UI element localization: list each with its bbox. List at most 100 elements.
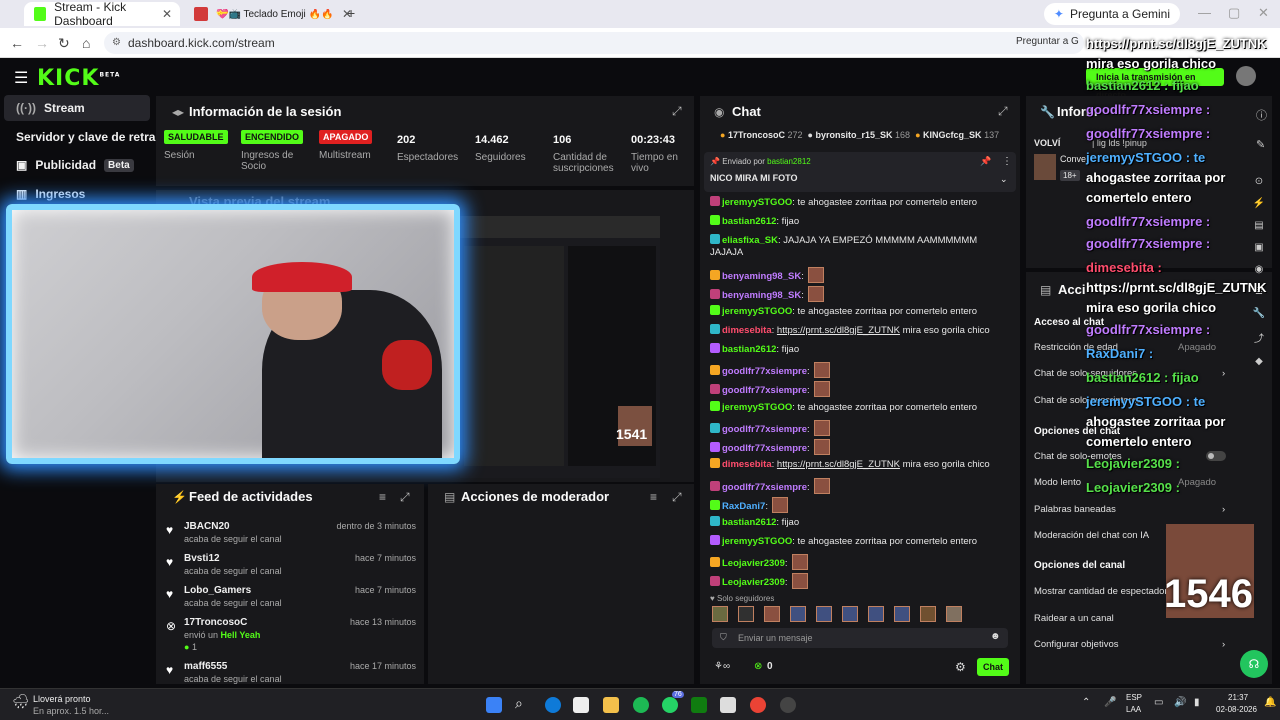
expand-icon[interactable]: ⤢ [672,104,682,119]
search-icon[interactable]: ⌕ [515,695,523,712]
chat-message[interactable]: JAJAJA [710,247,1020,258]
broadcast-icon[interactable]: ◉ [1255,264,1264,275]
feed-name[interactable]: Bvsti12 [184,553,220,564]
chevron-down-icon[interactable]: ⌄ [1000,174,1008,185]
more-icon[interactable]: ⋮ [1002,156,1012,167]
feed-name[interactable]: Lobo_Gamers [184,585,251,596]
back-icon[interactable]: ← [10,35,24,51]
network-icon[interactable]: ▭ [1154,697,1163,708]
chat-username[interactable]: dimesebita [722,325,772,336]
xbox-icon[interactable] [691,697,707,713]
gifter-name[interactable]: byronsito_r15_SK [815,130,892,140]
obs-icon[interactable] [780,697,796,713]
emote[interactable] [842,606,858,622]
chat-username[interactable]: goodlfr77xsiempre [722,424,807,435]
sidebar-item-ads[interactable]: ▣ Publicidad Beta [4,152,150,178]
chat-message[interactable]: bastian2612: fijao [710,516,1020,528]
chevron-right-icon[interactable]: › [1222,504,1225,515]
spotify-icon[interactable] [633,697,649,713]
emote[interactable] [738,606,754,622]
settings-link-icon[interactable]: ⚘∞ [714,661,730,672]
battery-icon[interactable]: ▮ [1194,697,1200,708]
chat-username[interactable]: benyaming98_SK [722,271,801,282]
weather-title[interactable]: Lloverá pronto [33,694,91,704]
gifter-name[interactable]: 17TroncosoC [728,130,785,140]
gemini-button[interactable]: ✦ Pregunta a Gemini [1043,3,1180,25]
chat-message[interactable]: goodlfr77xsiempre: [710,420,1020,436]
filter-icon[interactable]: ≡ [650,490,657,504]
chat-username[interactable]: bastian2612 [722,344,776,355]
pinned-message[interactable]: 📌 Enviado por bastian2812 NICO MIRA MI F… [704,152,1016,192]
kick-logo[interactable]: KICKBETA [37,66,120,91]
chat-message[interactable]: bastian2612: fijao [710,343,1020,355]
chat-message[interactable]: eliasfixa_SK: JAJAJA YA EMPEZÓ MMMMM AAM… [710,234,1020,246]
chat-input[interactable]: ⛉ Enviar un mensaje ☻ [712,628,1008,648]
chat-username[interactable]: Leojavier2309 [722,577,785,588]
chat-message[interactable]: benyaming98_SK: [710,267,1020,283]
avatar[interactable] [1236,66,1256,86]
chat-username[interactable]: goodlfr77xsiempre [722,366,807,377]
gear-icon[interactable]: ⚙ [955,660,966,674]
chat-message[interactable]: goodlfr77xsiempre: [710,362,1020,378]
gifter-name[interactable]: KINGcfcg_SK [923,130,982,140]
minimize-icon[interactable]: — [1198,5,1211,20]
chevron-right-icon[interactable]: › [1222,639,1225,650]
row-goals[interactable]: Configurar objetivos [1034,639,1119,650]
headset-icon[interactable]: ☊ [1240,650,1268,678]
emote[interactable] [816,606,832,622]
chrome-icon[interactable] [750,697,766,713]
document-icon[interactable]: ▤ [1254,220,1263,231]
home-icon[interactable]: ⌂ [82,35,90,51]
file-explorer-icon[interactable] [603,697,619,713]
row-show-viewers[interactable]: Mostrar cantidad de espectadores [1034,586,1178,597]
chat-message[interactable]: Leojavier2309: [710,554,1020,570]
feed-name[interactable]: maff6555 [184,661,227,672]
emote[interactable] [712,606,728,622]
chat-username[interactable]: jeremyySTGOO [722,402,792,413]
chat-link[interactable]: https://prnt.sc/dl8gjE_ZUTNK [777,325,900,336]
volume-icon[interactable]: 🔊 [1174,697,1186,708]
pin-icon[interactable]: 📌 [980,156,991,167]
close-icon[interactable]: ✕ [162,7,172,21]
chat-username[interactable]: goodlfr77xsiempre [722,482,807,493]
chat-username[interactable]: jeremyySTGOO [722,306,792,317]
chevron-up-icon[interactable]: ⌃ [1082,697,1090,708]
chat-username[interactable]: goodlfr77xsiempre [722,385,807,396]
maximize-icon[interactable]: ▢ [1228,5,1240,21]
chat-username[interactable]: jeremyySTGOO [722,536,792,547]
sidebar-item-server-key[interactable]: Servidor y clave de retransm [4,124,156,150]
new-tab-icon[interactable]: + [347,5,355,21]
site-info-icon[interactable]: ⚙ [112,32,121,54]
url-field[interactable]: ⚙ dashboard.kick.com/stream [104,32,1084,54]
stream-preview-video[interactable]: 1541 [460,216,660,478]
expand-icon[interactable]: ⤢ [998,104,1008,119]
chat-username[interactable]: bastian2612 [722,216,776,227]
filter-icon[interactable]: ≡ [379,490,386,504]
chat-message[interactable]: goodlfr77xsiempre: [710,381,1020,397]
camera-icon[interactable]: ▣ [1254,242,1263,253]
feed-name[interactable]: JBACN20 [184,521,230,532]
emote[interactable] [920,606,936,622]
chat-username[interactable]: RaxDani7 [722,501,765,512]
store-icon[interactable] [573,697,589,713]
chat-username[interactable]: goodlfr77xsiempre [722,443,807,454]
edit-icon[interactable]: ✎ [1256,138,1265,151]
chat-message[interactable]: jeremyySTGOO: te ahogastee zorritaa por … [710,535,1020,547]
share-icon[interactable]: ⤴ [1254,330,1264,345]
emotes-only-toggle[interactable] [1206,451,1226,461]
tab-teclado-emoji[interactable]: 💝📺 Teclado Emoji 🔥🔥 39... ✕ [184,2,360,26]
bolt-icon[interactable]: ⚡ [1253,198,1265,209]
chat-username[interactable]: eliasfixa_SK [722,235,778,246]
chat-message[interactable]: dimesebita: https://prnt.sc/dl8gjE_ZUTNK… [710,458,1020,470]
lang-label[interactable]: ESP [1126,693,1142,702]
expand-icon[interactable]: ⤢ [672,490,682,505]
chat-username[interactable]: Leojavier2309 [722,558,785,569]
chat-username[interactable]: jeremyySTGOO [722,197,792,208]
chat-username[interactable]: benyaming98_SK [722,290,801,301]
app-icon[interactable] [720,697,736,713]
mic-icon[interactable]: 🎤 [1104,697,1116,708]
chat-username[interactable]: dimesebita [722,459,772,470]
emote[interactable] [790,606,806,622]
chat-message[interactable]: Leojavier2309: [710,573,1020,589]
windows-start-icon[interactable] [486,697,502,713]
